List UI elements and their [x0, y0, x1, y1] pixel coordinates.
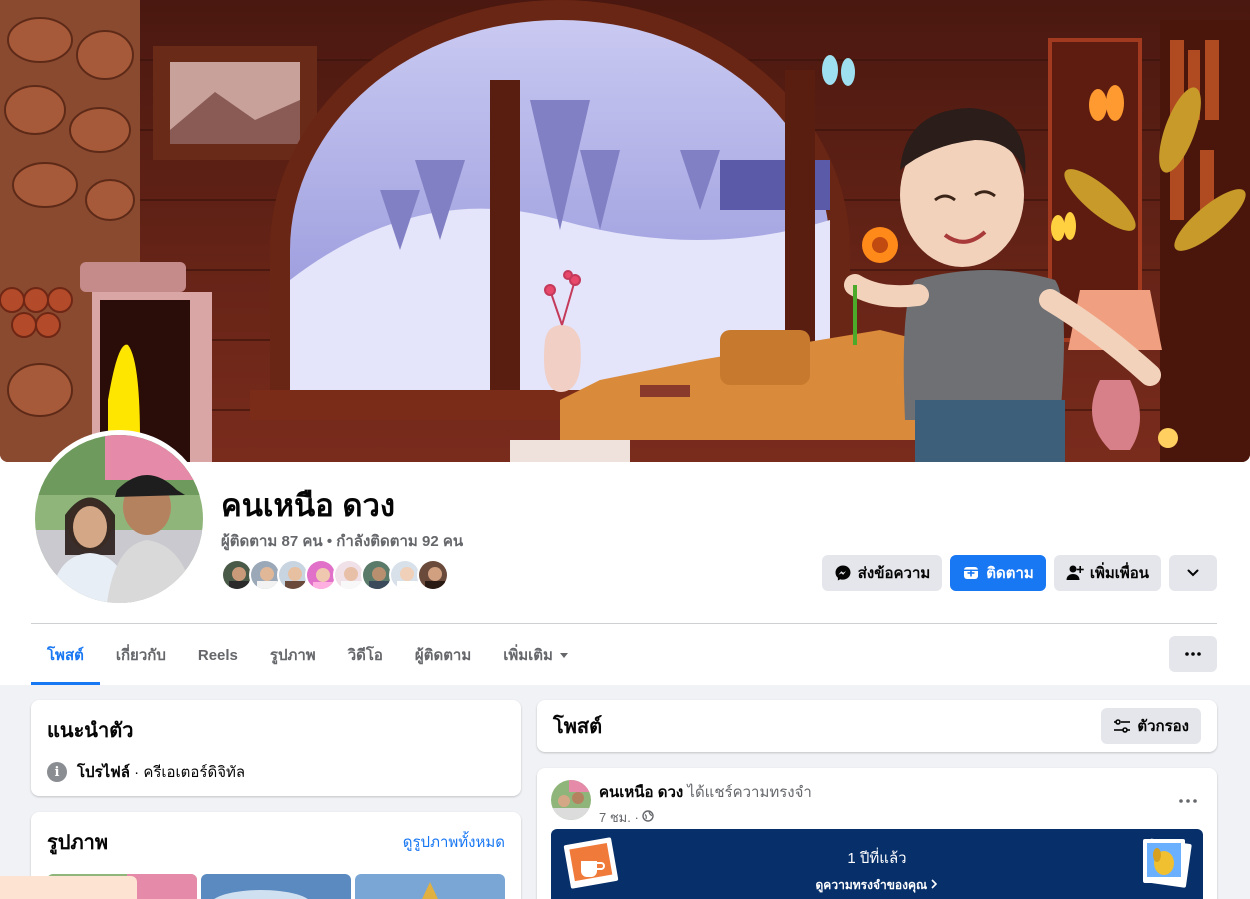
profile-header: คนเหนือ ดวง ผู้ติดตาม 87 คน • กำลังติดตา…	[0, 0, 1250, 685]
more-dots-icon	[1185, 652, 1201, 656]
post-header: คนเหนือ ดวง ได้แชร์ความทรงจำ 7 ชม. ·	[551, 780, 1203, 828]
memory-coffee-icon	[563, 835, 621, 894]
posts-header-card: โพสต์ ตัวกรอง	[537, 700, 1217, 752]
avatar	[35, 435, 203, 603]
post-author-avatar[interactable]	[551, 780, 591, 820]
posts-title: โพสต์	[553, 716, 603, 738]
post-action-text: ได้แชร์ความทรงจำ	[683, 784, 812, 801]
tab-reels[interactable]: Reels	[182, 625, 254, 685]
tab-label: เพิ่มเติม	[503, 647, 553, 664]
tab-label: รูปภาพ	[269, 647, 316, 664]
profile-tabs: โพสต์ เกี่ยวกับ Reels รูปภาพ วิดีโอ ผู้ต…	[31, 625, 585, 685]
tab-followers[interactable]: ผู้ติดตาม	[399, 625, 487, 685]
messenger-icon	[834, 564, 852, 582]
tab-posts[interactable]: โพสต์	[31, 625, 100, 685]
intro-card: แนะนำตัว i โปรไฟล์ · ครีเอเตอร์ดิจิทัล	[31, 700, 521, 796]
profile-name: คนเหนือ ดวง	[221, 488, 396, 523]
add-friend-icon	[1066, 564, 1084, 582]
tab-photos[interactable]: รูปภาพ	[254, 625, 332, 685]
notification-toast[interactable]	[0, 876, 137, 899]
follow-counts: ผู้ติดตาม 87 คน • กำลังติดตาม 92 คน	[221, 529, 463, 553]
post-author-name[interactable]: คนเหนือ ดวง	[599, 784, 683, 801]
tabs-overflow-button[interactable]	[1169, 636, 1217, 672]
caret-down-icon	[559, 647, 569, 664]
info-icon: i	[47, 762, 67, 782]
intro-profile-row: i โปรไฟล์ · ครีเอเตอร์ดิจิทัล	[47, 760, 505, 784]
post-card: คนเหนือ ดวง ได้แชร์ความทรงจำ 7 ชม. · 1 ป…	[537, 768, 1217, 899]
memory-link-label: ดูความทรงจำของคุณ	[815, 878, 928, 892]
tab-label: โพสต์	[47, 647, 84, 664]
filter-button-label: ตัวกรอง	[1137, 718, 1189, 735]
friend-avatar[interactable]	[417, 559, 449, 591]
profile-label: โปรไฟล์	[77, 764, 130, 781]
tab-label: เกี่ยวกับ	[115, 647, 166, 664]
photo-thumbnail[interactable]	[355, 874, 505, 899]
post-timestamp[interactable]: 7 ชม. ·	[599, 807, 639, 828]
more-actions-button[interactable]	[1169, 555, 1217, 591]
intro-title: แนะนำตัว	[47, 720, 134, 742]
following-count[interactable]: กำลังติดตาม 92 คน	[336, 533, 463, 550]
tab-label: วิดีโอ	[347, 647, 383, 664]
see-all-photos-link[interactable]: ดูรูปภาพทั้งหมด	[403, 830, 505, 854]
tab-label: Reels	[197, 646, 238, 664]
cover-photo[interactable]	[0, 0, 1250, 462]
message-button-label: ส่งข้อความ	[857, 565, 931, 582]
chevron-down-icon	[1186, 566, 1200, 580]
memory-dog-icon	[1139, 835, 1193, 894]
tab-videos[interactable]: วิดีโอ	[332, 625, 399, 685]
memory-banner[interactable]: 1 ปีที่แล้ว ดูความทรงจำของคุณ	[551, 829, 1203, 899]
profile-actions: ส่งข้อความ ติดตาม เพิ่มเพื่อน	[821, 555, 1217, 591]
friend-avatars	[221, 559, 449, 591]
follow-icon	[962, 564, 980, 582]
profile-type: · ครีเอเตอร์ดิจิทัล	[130, 764, 246, 781]
tab-label: ผู้ติดตาม	[414, 647, 472, 664]
memory-title: 1 ปีที่แล้ว	[847, 850, 907, 867]
globe-icon	[642, 810, 654, 825]
add-friend-button-label: เพิ่มเพื่อน	[1089, 565, 1149, 582]
follow-button-label: ติดตาม	[986, 565, 1034, 582]
tab-more[interactable]: เพิ่มเติม	[487, 625, 585, 685]
filter-button[interactable]: ตัวกรอง	[1101, 708, 1201, 744]
chevron-right-icon	[930, 878, 938, 892]
photo-thumbnail[interactable]	[201, 874, 351, 899]
memory-link[interactable]: ดูความทรงจำของคุณ	[551, 876, 1203, 895]
header-divider	[31, 623, 1217, 624]
message-button[interactable]: ส่งข้อความ	[821, 555, 943, 591]
photos-title: รูปภาพ	[47, 832, 109, 854]
filter-icon	[1113, 718, 1131, 734]
profile-avatar[interactable]	[30, 430, 208, 608]
follow-button[interactable]: ติดตาม	[950, 555, 1046, 591]
count-separator: •	[326, 533, 333, 550]
followers-count[interactable]: ผู้ติดตาม 87 คน	[221, 533, 323, 550]
tab-about[interactable]: เกี่ยวกับ	[100, 625, 182, 685]
add-friend-button[interactable]: เพิ่มเพื่อน	[1053, 555, 1161, 591]
post-meta: 7 ชม. ·	[599, 807, 812, 828]
post-options-icon[interactable]	[1179, 786, 1197, 809]
